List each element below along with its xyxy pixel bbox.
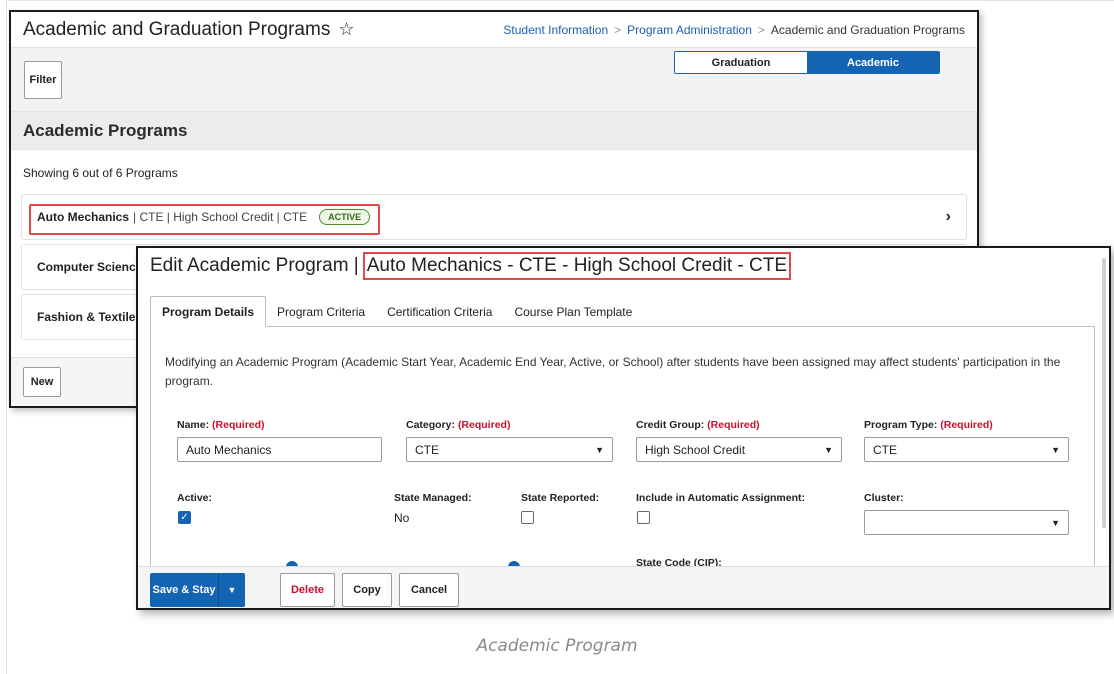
credit-group-select[interactable]: High School Credit ▼ <box>636 437 842 462</box>
tab-certification-criteria[interactable]: Certification Criteria <box>376 296 503 327</box>
state-reported-label: State Reported: <box>521 492 600 504</box>
include-auto-assignment-checkbox[interactable] <box>637 511 650 524</box>
save-stay-split-button: Save & Stay ▼ <box>150 573 245 607</box>
program-type-label: Program Type: (Required) <box>864 419 993 431</box>
cluster-select[interactable]: ▼ <box>864 510 1069 535</box>
state-reported-checkbox[interactable] <box>521 511 534 524</box>
breadcrumb-student-information[interactable]: Student Information <box>503 23 608 37</box>
breadcrumb-program-administration[interactable]: Program Administration <box>627 23 752 37</box>
breadcrumb-current: Academic and Graduation Programs <box>770 22 965 37</box>
name-label: Name: (Required) <box>177 419 265 431</box>
active-label: Active: <box>177 492 213 504</box>
dropdown-caret-icon: ▼ <box>824 444 833 455</box>
chevron-right-icon[interactable]: › <box>946 208 951 226</box>
showing-count: Showing 6 out of 6 Programs <box>23 166 178 180</box>
graduation-toggle-button[interactable]: Graduation <box>675 52 807 73</box>
tab-program-criteria[interactable]: Program Criteria <box>266 296 376 327</box>
modal-title: Edit Academic Program | <box>150 255 359 276</box>
tab-panel: Modifying an Academic Program (Academic … <box>150 326 1095 573</box>
favorite-star-icon[interactable]: ☆ <box>338 19 354 40</box>
dropdown-caret-icon: ▼ <box>1051 517 1060 528</box>
cluster-label: Cluster: <box>864 492 904 504</box>
breadcrumb-separator-icon: > <box>614 22 622 37</box>
breadcrumb: Student Information > Program Administra… <box>503 23 965 37</box>
modal-header: Edit Academic Program | Auto Mechanics -… <box>138 248 1109 284</box>
chevron-down-icon[interactable]: ▼ <box>219 573 245 607</box>
copy-button[interactable]: Copy <box>342 573 392 607</box>
program-name: Auto Mechanics <box>37 210 130 224</box>
dropdown-caret-icon: ▼ <box>595 444 604 455</box>
filter-button[interactable]: Filter <box>24 61 62 99</box>
figure-caption: Academic Program <box>476 636 638 656</box>
cancel-button[interactable]: Cancel <box>399 573 459 607</box>
modal-title-program-name: Auto Mechanics - CTE - High School Credi… <box>362 252 791 280</box>
program-name: Fashion & Textile <box>37 310 136 324</box>
name-field[interactable]: Auto Mechanics <box>177 437 382 462</box>
program-type-toggle: Graduation Academic <box>674 51 940 74</box>
program-name: Computer Scienc <box>37 260 136 274</box>
save-stay-button[interactable]: Save & Stay <box>150 573 219 607</box>
scrollbar[interactable] <box>1102 258 1106 528</box>
include-auto-assignment-label: Include in Automatic Assignment: <box>636 492 805 504</box>
dropdown-caret-icon: ▼ <box>1051 444 1060 455</box>
state-managed-label: State Managed: <box>394 492 472 504</box>
warning-notice: Modifying an Academic Program (Academic … <box>165 355 1061 388</box>
edit-program-modal: Edit Academic Program | Auto Mechanics -… <box>136 246 1111 610</box>
tab-program-details[interactable]: Program Details <box>150 296 267 327</box>
list-item[interactable]: Auto Mechanics | CTE | High School Credi… <box>21 194 967 240</box>
modal-footer: Save & Stay ▼ Delete Copy Cancel <box>138 566 1109 608</box>
category-select[interactable]: CTE ▼ <box>406 437 613 462</box>
new-button[interactable]: New <box>23 367 61 397</box>
state-managed-value: No <box>394 511 410 525</box>
breadcrumb-separator-icon: > <box>757 22 765 37</box>
program-type-select[interactable]: CTE ▼ <box>864 437 1069 462</box>
delete-button[interactable]: Delete <box>280 573 335 607</box>
academic-toggle-button[interactable]: Academic <box>807 52 939 73</box>
status-badge: ACTIVE <box>319 209 371 225</box>
category-label: Category: (Required) <box>406 419 511 431</box>
tab-course-plan-template[interactable]: Course Plan Template <box>503 296 643 327</box>
active-checkbox[interactable]: ✓ <box>178 511 191 524</box>
section-title: Academic Programs <box>11 112 977 150</box>
page-title: Academic and Graduation Programs <box>23 18 331 40</box>
window-header: Academic and Graduation Programs ☆ Stude… <box>11 12 977 48</box>
program-meta: | CTE | High School Credit | CTE <box>133 210 308 224</box>
credit-group-label: Credit Group: (Required) <box>636 419 760 431</box>
tab-bar: Program Details Program Criteria Certifi… <box>150 296 643 327</box>
